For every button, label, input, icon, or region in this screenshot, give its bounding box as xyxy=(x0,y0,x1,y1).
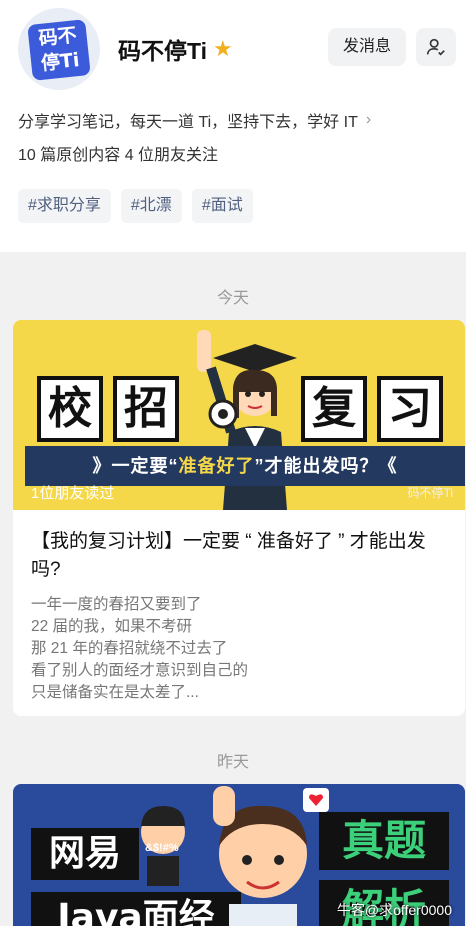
bio-text: 分享学习笔记，每天一道 Ti，坚持下去，学好 IT xyxy=(18,114,358,131)
cover-word: 网易 xyxy=(31,828,139,880)
profile-header: 码不 停Ti 码不停Ti ★ 发消息 分享学习笔记，每天一道 Ti，坚持下去，学… xyxy=(0,0,466,252)
star-icon: ★ xyxy=(213,36,233,61)
article-summary: 一年一度的春招又要到了 22 届的我，如果不考研 那 21 年的春招就绕不过去了… xyxy=(13,584,465,704)
summary-line: 那 21 年的春招就绕不过去了 xyxy=(31,640,228,657)
account-name-text: 码不停Ti xyxy=(118,38,208,64)
ribbon-prefix: 》一定要“ xyxy=(92,456,179,476)
ribbon-suffix: ”才能出发吗？《 xyxy=(254,456,398,476)
avatar-logo: 码不 停Ti xyxy=(27,19,91,81)
summary-line: 22 届的我，如果不考研 xyxy=(31,618,193,635)
footer-watermark: 牛客@求offer0000 xyxy=(336,902,452,918)
cover-ribbon: 》一定要“准备好了”才能出发吗？《 xyxy=(25,446,465,486)
tag-list: #求职分享 #北漂 #面试 xyxy=(18,189,253,223)
send-message-button[interactable]: 发消息 xyxy=(328,28,406,66)
chevron-right-icon: › xyxy=(365,111,372,128)
friends-read-label: 1位朋友读过 xyxy=(31,485,115,502)
cover-char: 习 xyxy=(377,376,443,442)
tag-item[interactable]: #面试 xyxy=(191,189,253,223)
user-check-icon xyxy=(426,38,445,56)
avatar[interactable]: 码不 停Ti xyxy=(18,8,100,90)
cover-watermark: 码不停Ti xyxy=(407,486,453,500)
tag-item[interactable]: #求职分享 xyxy=(18,189,111,223)
summary-line: 看了别人的面经才意识到自己的 xyxy=(31,662,249,679)
summary-line: 只是储备实在是太差了... xyxy=(31,684,199,701)
tag-item[interactable]: #北漂 xyxy=(120,189,182,223)
cover-char: 招 xyxy=(113,376,179,442)
follow-button[interactable] xyxy=(416,28,456,66)
date-divider-yesterday: 昨天 xyxy=(216,754,249,771)
article-title[interactable]: 【我的复习计划】一定要 “ 准备好了 ” 才能出发吗? xyxy=(13,510,465,584)
cover-word: 真题 xyxy=(319,812,449,870)
ribbon-highlight: 准备好了 xyxy=(178,456,255,476)
avatar-illustration xyxy=(141,786,329,926)
cover-bubble-text: &$!#% xyxy=(145,842,179,854)
article-cover: 校 招 复 习 》一定要“准备好了”才能出发吗？《 1位朋友读过 码不停Ti xyxy=(13,320,465,510)
stats-text[interactable]: 10 篇原创内容 4 位朋友关注 xyxy=(18,141,218,165)
account-name: 码不停Ti ★ xyxy=(118,32,233,66)
bio-row[interactable]: 分享学习笔记，每天一道 Ti，坚持下去，学好 IT › xyxy=(18,108,371,132)
date-divider-today: 今天 xyxy=(216,290,249,307)
article-card[interactable]: 校 招 复 习 》一定要“准备好了”才能出发吗？《 1位朋友读过 码不停Ti 【… xyxy=(13,320,465,716)
avatar-text-line2: 停Ti xyxy=(39,48,81,75)
cover-char: 校 xyxy=(37,376,103,442)
avatar-text-line1: 码不 xyxy=(37,24,78,50)
summary-line: 一年一度的春招又要到了 xyxy=(31,596,202,613)
cover-char: 复 xyxy=(301,376,367,442)
